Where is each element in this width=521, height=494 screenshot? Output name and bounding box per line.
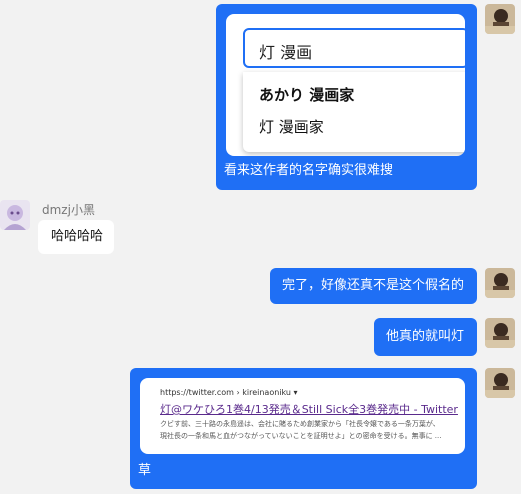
link-snippet: 現社長の一条和馬と血がつながっていないことを証明せよ」との密命を受ける。無事に …	[160, 432, 442, 440]
avatar[interactable]	[485, 318, 515, 348]
sender-avatar-icon	[0, 200, 30, 230]
avatar[interactable]	[485, 268, 515, 298]
message-text: 草	[138, 463, 152, 478]
link-preview-card[interactable]: https://twitter.com › kireinaoniku ▾ 灯@ワ…	[140, 378, 465, 454]
message-bubble[interactable]: 完了，好像还真不是这个假名的	[270, 268, 477, 304]
user-avatar-icon	[485, 4, 515, 34]
avatar[interactable]	[485, 4, 515, 34]
search-input[interactable]: 灯 漫画	[243, 28, 465, 68]
message-bubble[interactable]: 灯 漫画 あかり 漫画家 灯 漫画家 看来这作者的名字确实很难搜	[216, 4, 477, 190]
user-avatar-icon	[485, 368, 515, 398]
link-title[interactable]: 灯@ワケひろ1巻4/13発売＆Still Sick全3巻発売中 - Twitte…	[160, 401, 458, 417]
message-text: 哈哈哈哈	[51, 229, 104, 244]
suggestion-item[interactable]: あかり 漫画家	[259, 84, 354, 105]
message-text: 他真的就叫灯	[386, 329, 465, 344]
sender-name: dmzj小黑	[42, 203, 95, 217]
avatar[interactable]	[485, 368, 515, 398]
search-query: 灯 漫画	[259, 43, 313, 62]
message-bubble[interactable]: https://twitter.com › kireinaoniku ▾ 灯@ワ…	[130, 368, 477, 489]
user-avatar-icon	[485, 268, 515, 298]
message-text: 完了，好像还真不是这个假名的	[282, 278, 465, 293]
message-bubble[interactable]: 哈哈哈哈	[38, 220, 114, 254]
message-bubble[interactable]: 他真的就叫灯	[374, 318, 477, 356]
link-url: https://twitter.com › kireinaoniku ▾	[160, 388, 298, 397]
user-avatar-icon	[485, 318, 515, 348]
search-suggestions: あかり 漫画家 灯 漫画家	[243, 72, 465, 152]
link-snippet: クビす前、三十路の永島遥は、会社に賭るため創業家から「社長令嬢である一条万葉が、	[160, 420, 440, 428]
search-preview-card[interactable]: 灯 漫画 あかり 漫画家 灯 漫画家	[226, 14, 465, 156]
message-text: 看来这作者的名字确实很难搜	[224, 163, 394, 178]
avatar[interactable]	[0, 200, 30, 230]
suggestion-item[interactable]: 灯 漫画家	[259, 116, 324, 137]
